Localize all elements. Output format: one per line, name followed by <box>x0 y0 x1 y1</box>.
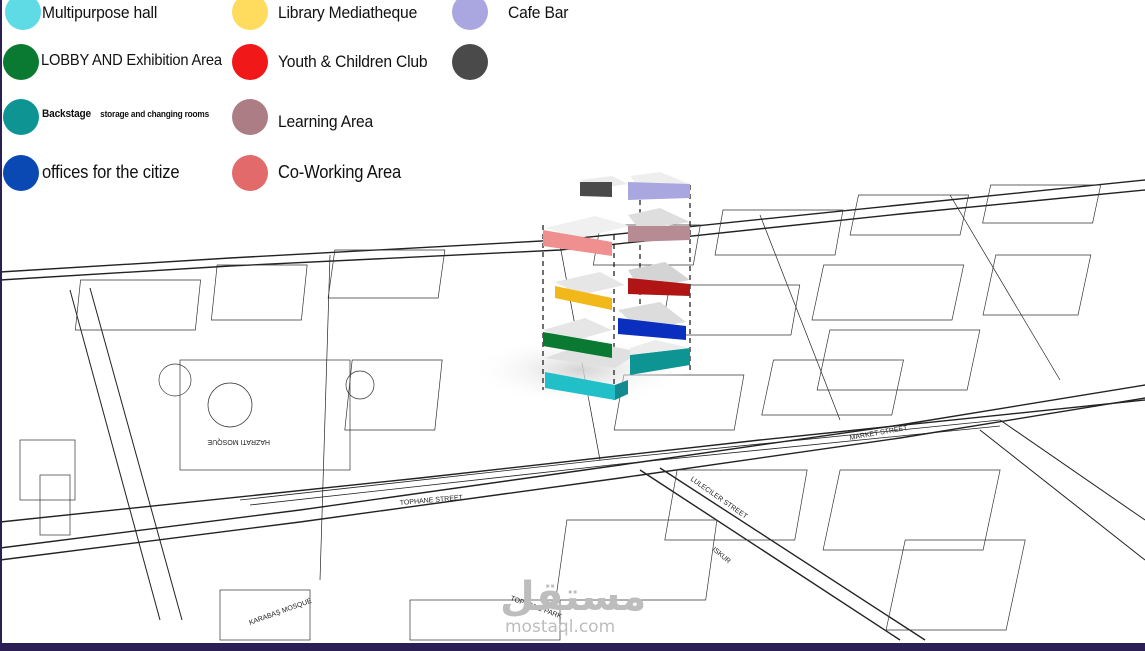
legend-label-multipurpose-hall: Multipurpose hall <box>42 3 158 22</box>
legend-label-learning: Learning Area <box>278 112 374 131</box>
floor-cafe <box>580 172 690 200</box>
legend-label-library: Library Mediatheque <box>278 3 418 22</box>
floor-learning <box>543 208 690 256</box>
legend-dot-lobby <box>3 44 39 80</box>
building-blocks <box>19 184 1102 641</box>
label-street-4: TOPHANE STREET <box>400 494 464 507</box>
legend-dot-learning <box>232 99 268 135</box>
watermark-arabic: مستقل <box>500 574 646 620</box>
legend-label-coworking: Co-Working Area <box>278 162 402 182</box>
legend-label-cafe: Cafe Bar <box>508 3 569 22</box>
legend-backstage-sub: storage and changing rooms <box>100 109 210 119</box>
floor-library <box>555 262 690 310</box>
watermark-latin: mostaql.com <box>505 617 615 637</box>
label-mosque-2: HAZRATI MOSQUE <box>207 438 270 445</box>
label-mosque-1: KARABAŞ MOSQUE <box>248 598 313 627</box>
label-street-3: LULECILER STREET <box>689 476 749 521</box>
watermark: مستقل mostaql.com <box>500 574 646 637</box>
legend-label-youth: Youth & Children Club <box>278 52 428 71</box>
legend-dot-offices <box>3 155 39 191</box>
label-street-2: ISKUR <box>711 546 732 565</box>
legend-dot-coworking <box>232 155 268 191</box>
site-plan-diagram: KARABAŞ MOSQUE HAZRATI MOSQUE TOPHANE PA… <box>0 172 1145 641</box>
bottom-frame-bar <box>0 643 1145 651</box>
legend-dot-youth <box>232 44 268 80</box>
legend-dot-backstage <box>3 99 39 135</box>
legend-dot-unlabeled-dark <box>452 44 488 80</box>
left-frame-bar <box>0 0 2 651</box>
legend-label-offices: offices for the citize <box>42 162 180 182</box>
legend-label-lobby: LOBBY AND Exhibition Area <box>41 52 222 69</box>
legend-label-backstage: Backstage storage and changing rooms <box>42 108 209 120</box>
legend-backstage-main: Backstage <box>42 108 91 120</box>
